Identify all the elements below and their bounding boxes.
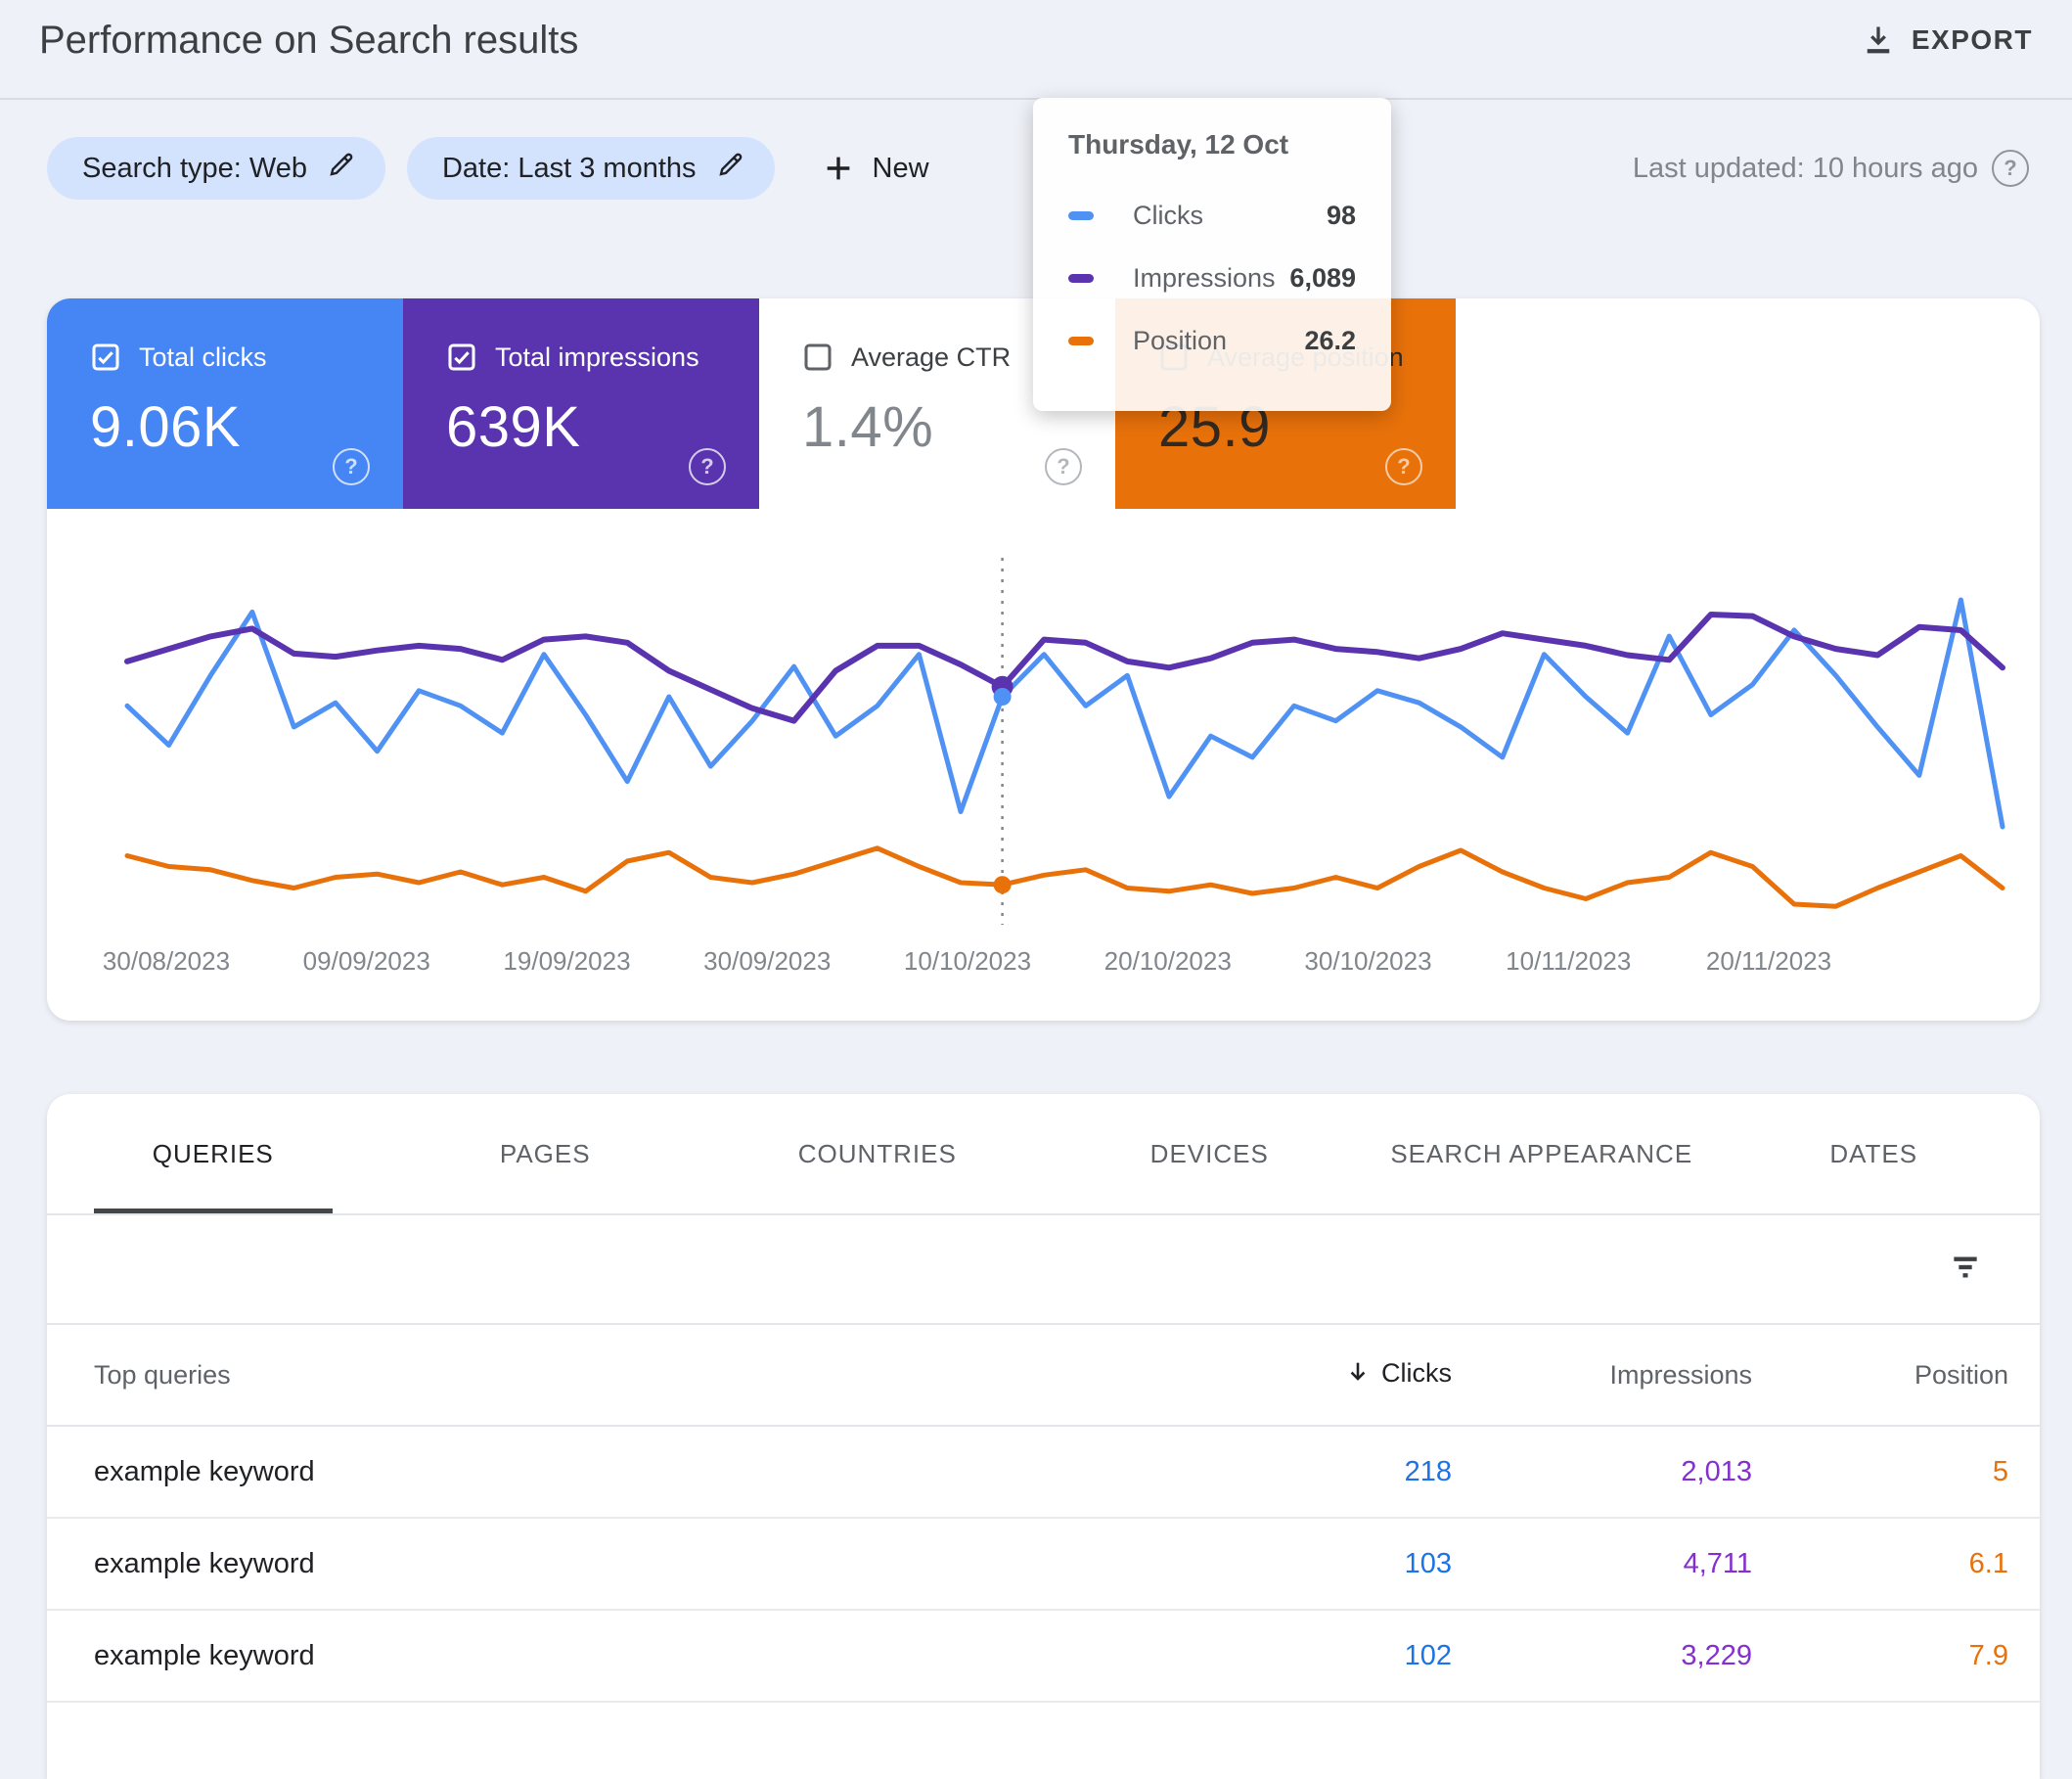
- tooltip-date: Thursday, 12 Oct: [1068, 129, 1356, 160]
- search-type-chip[interactable]: Search type: Web: [47, 137, 385, 200]
- export-label: EXPORT: [1912, 24, 2033, 56]
- dimensions-table-card: QUERIESPAGESCOUNTRIESDEVICESSEARCH APPEA…: [47, 1094, 2040, 1779]
- tooltip-row-clicks: Clicks98: [1068, 184, 1356, 247]
- tooltip-row-position: Position26.2: [1068, 309, 1356, 372]
- new-filter-label: New: [873, 153, 929, 185]
- tab-dates[interactable]: DATES: [1708, 1094, 2041, 1213]
- x-axis-label: 10/11/2023: [1506, 946, 1631, 977]
- tab-devices[interactable]: DEVICES: [1044, 1094, 1376, 1213]
- table-body: example keyword2182,0135example keyword1…: [47, 1427, 2040, 1703]
- x-axis-label: 10/10/2023: [904, 946, 1031, 977]
- column-header-queries[interactable]: Top queries: [47, 1360, 1178, 1391]
- filter-icon[interactable]: [1946, 1248, 1985, 1292]
- impressions-cell: 2,013: [1452, 1456, 1752, 1488]
- table-row[interactable]: example keyword1023,2297.9: [47, 1611, 2040, 1703]
- total-clicks-card[interactable]: Total clicks 9.06K ?: [47, 298, 403, 509]
- clicks-line: [127, 600, 2003, 827]
- column-header-clicks[interactable]: Clicks: [1178, 1358, 1452, 1392]
- table-row[interactable]: example keyword1034,7116.1: [47, 1519, 2040, 1611]
- export-button[interactable]: EXPORT: [1861, 23, 2033, 58]
- help-icon[interactable]: ?: [333, 448, 370, 485]
- tab-countries[interactable]: COUNTRIES: [711, 1094, 1044, 1213]
- table-header-row: Top queries Clicks Impressions Position: [47, 1325, 2040, 1427]
- chart-hover-tooltip: Thursday, 12 Oct Clicks98Impressions6,08…: [1033, 98, 1391, 411]
- series-dash-icon: [1068, 337, 1094, 345]
- position-cell: 7.9: [1752, 1640, 2008, 1672]
- series-dash-icon: [1068, 211, 1094, 220]
- position-cell: 5: [1752, 1456, 2008, 1488]
- x-axis-label: 19/09/2023: [503, 946, 630, 977]
- tooltip-metric-label: Impressions: [1133, 263, 1289, 294]
- table-row[interactable]: example keyword2182,0135: [47, 1427, 2040, 1519]
- help-icon[interactable]: ?: [1385, 448, 1422, 485]
- impressions-cell: 3,229: [1452, 1640, 1752, 1672]
- help-icon[interactable]: ?: [1045, 448, 1082, 485]
- search-console-performance-page: { "page": {"title": "Performance on Sear…: [0, 0, 2072, 1712]
- edit-pencil-icon: [327, 150, 356, 187]
- tooltip-row-impressions: Impressions6,089: [1068, 247, 1356, 309]
- new-filter-button[interactable]: New: [822, 152, 929, 185]
- tab-pages[interactable]: PAGES: [380, 1094, 712, 1213]
- column-header-impressions[interactable]: Impressions: [1452, 1360, 1752, 1391]
- total-impressions-card[interactable]: Total impressions 639K ?: [403, 298, 759, 509]
- checkbox-icon[interactable]: [802, 342, 833, 373]
- column-header-position[interactable]: Position: [1752, 1360, 2008, 1391]
- tab-search-appearance[interactable]: SEARCH APPEARANCE: [1375, 1094, 1708, 1213]
- filter-bar: Search type: Web Date: Last 3 months New: [47, 137, 929, 200]
- x-axis-label: 09/09/2023: [303, 946, 430, 977]
- checkbox-icon[interactable]: [446, 342, 477, 373]
- dimension-tabs: QUERIESPAGESCOUNTRIESDEVICESSEARCH APPEA…: [47, 1094, 2040, 1215]
- table-filter-row: [47, 1215, 2040, 1325]
- search-type-label: Search type: Web: [82, 153, 307, 185]
- date-range-label: Date: Last 3 months: [442, 153, 697, 185]
- edit-pencil-icon: [716, 150, 745, 187]
- tooltip-metric-value: 26.2: [1304, 326, 1356, 356]
- series-dash-icon: [1068, 274, 1094, 283]
- position-hover-dot: [994, 876, 1012, 893]
- position-line: [127, 848, 2003, 906]
- help-icon[interactable]: ?: [1992, 150, 2029, 187]
- query-cell[interactable]: example keyword: [47, 1548, 1178, 1580]
- metric-label: Average CTR: [851, 342, 1011, 373]
- tooltip-metric-value: 6,089: [1289, 263, 1356, 294]
- last-updated: Last updated: 10 hours ago ?: [1633, 137, 2029, 200]
- x-axis-label: 30/10/2023: [1304, 946, 1431, 977]
- clicks-cell: 103: [1178, 1548, 1452, 1580]
- checkbox-icon[interactable]: [90, 342, 121, 373]
- query-cell[interactable]: example keyword: [47, 1456, 1178, 1488]
- tooltip-metric-label: Position: [1133, 326, 1304, 356]
- plus-icon: [822, 152, 855, 185]
- position-cell: 6.1: [1752, 1548, 2008, 1580]
- x-axis-label: 20/11/2023: [1706, 946, 1831, 977]
- download-icon: [1861, 23, 1896, 58]
- tab-queries[interactable]: QUERIES: [47, 1094, 380, 1213]
- page-title: Performance on Search results: [39, 19, 578, 63]
- tooltip-metric-value: 98: [1327, 201, 1356, 231]
- clicks-cell: 102: [1178, 1640, 1452, 1672]
- x-axis-label: 20/10/2023: [1104, 946, 1232, 977]
- x-axis-label: 30/08/2023: [103, 946, 230, 977]
- tooltip-metric-label: Clicks: [1133, 201, 1327, 231]
- last-updated-text: Last updated: 10 hours ago: [1633, 153, 1978, 185]
- help-icon[interactable]: ?: [689, 448, 726, 485]
- x-axis-labels: 30/08/2023 09/09/2023 19/09/2023 30/09/2023…: [47, 946, 2040, 980]
- sort-desc-icon: [1344, 1358, 1372, 1392]
- clicks-hover-dot: [994, 688, 1012, 706]
- metric-label: Total impressions: [495, 342, 699, 373]
- x-axis-label: 30/09/2023: [703, 946, 831, 977]
- page-header: Performance on Search results EXPORT: [0, 0, 2072, 70]
- clicks-cell: 218: [1178, 1456, 1452, 1488]
- date-range-chip[interactable]: Date: Last 3 months: [407, 137, 775, 200]
- query-cell[interactable]: example keyword: [47, 1640, 1178, 1672]
- impressions-cell: 4,711: [1452, 1548, 1752, 1580]
- metric-label: Total clicks: [139, 342, 267, 373]
